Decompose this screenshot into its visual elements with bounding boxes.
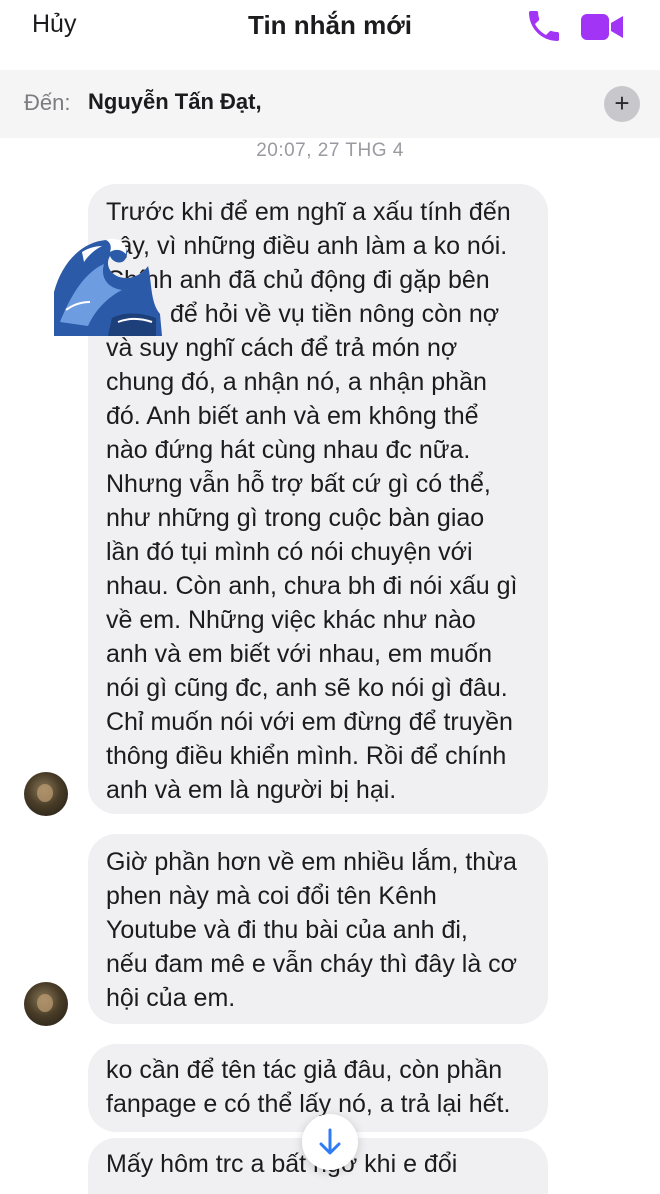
- message-line: vậy, vì những điều anh làm a ko nói.: [106, 232, 508, 260]
- nav-header: Hủy Tin nhắn mới: [0, 0, 660, 68]
- message-line: Chỉ muốn nói với em đừng để truyền: [106, 708, 513, 736]
- message-line: nhau. Còn anh, chưa bh đi nói xấu gì: [106, 572, 518, 600]
- message-line: nếu đam mê e vẫn cháy thì đây là cơ: [106, 950, 518, 978]
- message-line: hội của em.: [106, 984, 236, 1012]
- to-label: Đến:: [24, 90, 71, 115]
- arrow-down-icon: [319, 1128, 341, 1155]
- message-line: như những gì trong cuộc bàn giao: [106, 504, 485, 532]
- message-line: Mấy hôm trc a bất ngờ khi e đổi: [106, 1150, 458, 1178]
- avatar-face: [37, 994, 53, 1012]
- message-line: Giờ phần hơn về em nhiều lắm, thừa: [106, 848, 517, 876]
- message-line: phen này mà coi đổi tên Kênh: [106, 882, 437, 910]
- message-line: nói gì cũng đc, anh sẽ ko nói gì đâu.: [106, 674, 508, 702]
- message-line: anh và em là người bị hại.: [106, 776, 397, 804]
- message-line: nào đứng hát cùng nhau đc nữa.: [106, 436, 471, 464]
- message-line: Trước khi để em nghĩ a xấu tính đến: [106, 198, 511, 226]
- recipient-name[interactable]: Nguyễn Tấn Đạt,: [88, 89, 262, 115]
- add-recipient-button[interactable]: +: [604, 86, 640, 122]
- message-line: ko cần để tên tác giả đâu, còn phần: [106, 1056, 503, 1084]
- message-line: về em. Những việc khác như nào: [106, 606, 476, 634]
- message-line: Youtube và đi thu bài của anh đi,: [106, 916, 468, 944]
- video-camera-icon[interactable]: [578, 10, 626, 44]
- contact-avatar[interactable]: [24, 982, 68, 1026]
- message-line: và suy nghĩ cách để trả món nợ: [106, 334, 458, 362]
- message-timestamp: 20:07, 27 THG 4: [256, 140, 404, 161]
- message-line: để hỏi về vụ tiền nông còn nợ: [170, 300, 500, 328]
- scroll-to-bottom-button[interactable]: [302, 1114, 358, 1170]
- message-line: Nhưng vẫn hỗ trợ bất cứ gì có thể,: [106, 470, 491, 498]
- message-line: đó. Anh biết anh và em không thể: [106, 402, 479, 430]
- recipient-bar: Đến: Nguyễn Tấn Đạt, +: [0, 70, 660, 138]
- message-bubble[interactable]: Giờ phần hơn về em nhiều lắm, thừa phen …: [88, 834, 548, 1024]
- avatar-face: [37, 784, 53, 802]
- message-line: thông điều khiển mình. Rồi để chính: [106, 742, 507, 770]
- message-line: lần đó tụi mình có nói chuyện với: [106, 538, 473, 566]
- phone-icon[interactable]: [524, 6, 564, 46]
- message-line: anh và em biết với nhau, em muốn: [106, 640, 493, 668]
- message-line: chung đó, a nhận nó, a nhận phần: [106, 368, 487, 396]
- great-wave-sticker-icon: [52, 222, 164, 338]
- contact-avatar[interactable]: [24, 772, 68, 816]
- plus-icon: +: [614, 88, 630, 118]
